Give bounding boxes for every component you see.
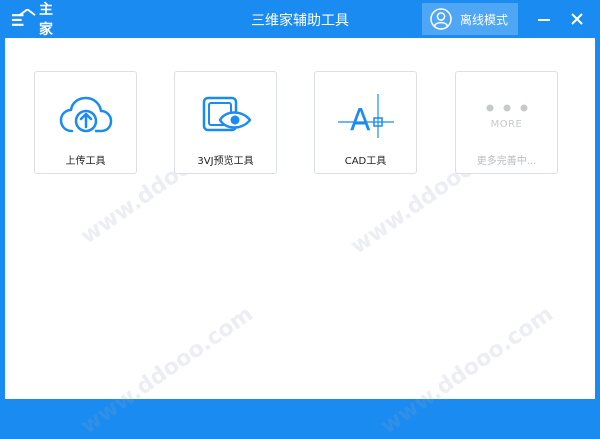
minimize-button[interactable] (533, 8, 555, 30)
tool-label-upload: 上传工具 (65, 156, 106, 167)
tool-label-cad: CAD工具 (344, 156, 387, 167)
tool-card-upload[interactable]: 上传工具 (34, 71, 137, 174)
user-avatar-icon (430, 8, 452, 30)
app-window: 主家 三维家辅助工具 离线模式 www.ddooo.com www.ddooo.… (0, 0, 600, 439)
offline-mode-label: 离线模式 (460, 12, 509, 27)
more-dots-icon (486, 104, 527, 111)
tool-card-cad[interactable]: A CAD工具 (314, 71, 417, 174)
cloud-upload-icon (59, 96, 112, 133)
tool-card-3vj-preview[interactable]: 3VJ预览工具 (174, 71, 277, 174)
cad-icon: A (337, 94, 394, 138)
close-button[interactable] (566, 8, 588, 30)
title-bar[interactable]: 主家 三维家辅助工具 离线模式 (0, 0, 600, 38)
tools-panel: www.ddooo.com www.ddooo.com www.ddooo.co… (5, 38, 595, 439)
more-icon-text: MORE (490, 118, 523, 130)
minimize-icon (538, 19, 550, 21)
tool-label-3vj-preview: 3VJ预览工具 (197, 156, 254, 167)
tool-label-more: 更多完善中... (476, 156, 537, 167)
watermark: www.ddooo.com (76, 301, 258, 439)
close-icon (571, 13, 583, 25)
svg-text:A: A (350, 103, 371, 138)
watermark: www.ddooo.com (376, 301, 558, 439)
preview-eye-icon (202, 96, 251, 132)
offline-mode-button[interactable]: 离线模式 (422, 3, 518, 35)
tool-card-more: MORE 更多完善中... (455, 71, 558, 174)
